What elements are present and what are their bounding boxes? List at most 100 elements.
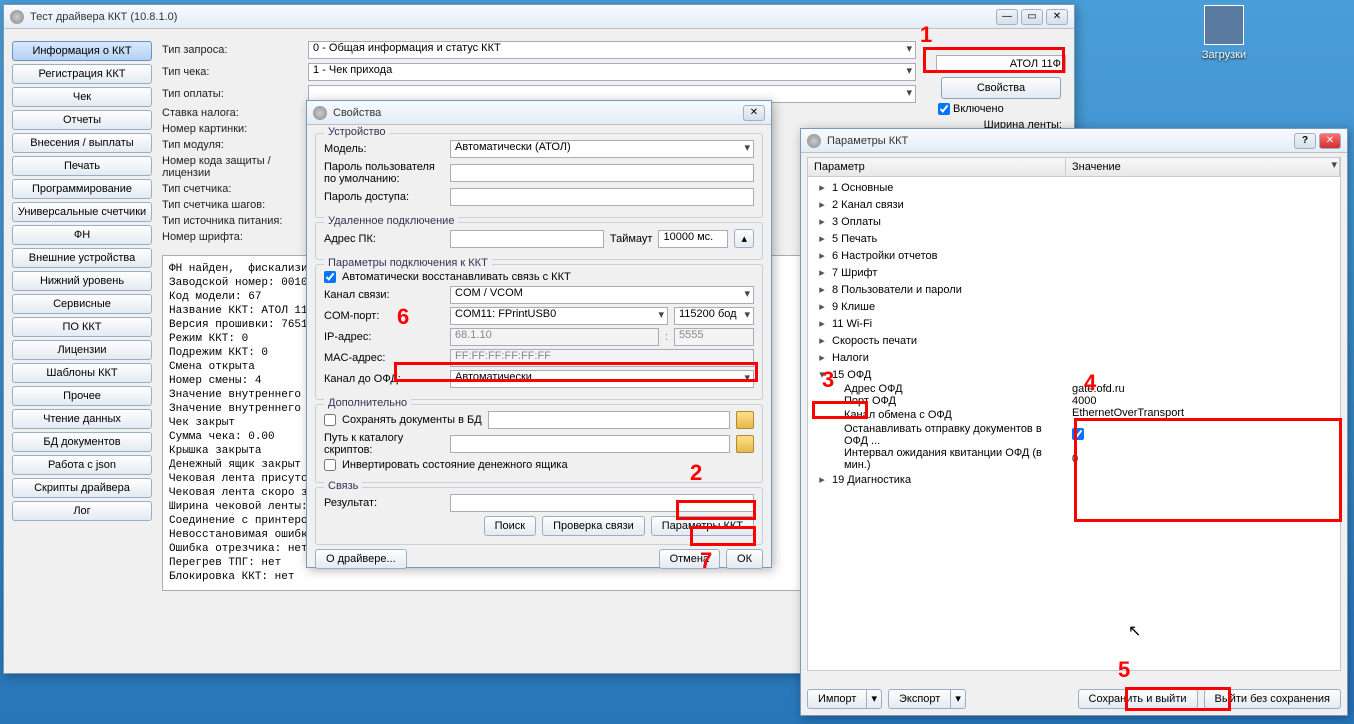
desktop-icon-label: Загрузки (1202, 49, 1246, 61)
enabled-checkbox[interactable] (938, 103, 950, 115)
nav-регистрация-ккт[interactable]: Регистрация ККТ (12, 64, 152, 84)
expand-icon[interactable]: ▸ (816, 283, 828, 296)
nav-прочее[interactable]: Прочее (12, 386, 152, 406)
expand-icon[interactable]: ▸ (816, 198, 828, 211)
tree-node[interactable]: 11 Wi-Fi (828, 318, 872, 330)
savedb-checkbox[interactable] (324, 414, 336, 426)
expand-icon[interactable]: ▸ (816, 334, 828, 347)
nav-бд-документов[interactable]: БД документов (12, 432, 152, 452)
titlebar[interactable]: Свойства ✕ (307, 101, 771, 125)
ofd-channel-combo[interactable]: Автоматически (450, 370, 754, 388)
tree-node[interactable]: 5 Печать (828, 233, 877, 245)
label: Результат: (324, 497, 444, 509)
expand-icon[interactable]: ▸ (816, 232, 828, 245)
expand-icon[interactable]: ▸ (816, 351, 828, 364)
nav-сервисные[interactable]: Сервисные (12, 294, 152, 314)
close-button[interactable]: ✕ (743, 105, 765, 121)
collapse-icon[interactable]: ▾ (816, 368, 828, 381)
nav-нижний-уровень[interactable]: Нижний уровень (12, 271, 152, 291)
param-value[interactable]: 4000 (1072, 395, 1096, 407)
exit-nosave-button[interactable]: Выйти без сохранения (1204, 689, 1342, 709)
nav-чек[interactable]: Чек (12, 87, 152, 107)
expand-icon[interactable]: ▸ (816, 181, 828, 194)
expand-icon[interactable]: ▸ (816, 317, 828, 330)
model-combo[interactable]: Автоматически (АТОЛ) (450, 140, 754, 158)
import-button[interactable]: Импорт (807, 689, 867, 709)
tree-node[interactable]: 6 Настройки отчетов (828, 250, 937, 262)
com-combo[interactable]: COM11: FPrintUSB0 (450, 307, 668, 325)
invert-checkbox[interactable] (324, 459, 336, 471)
timeout-spinner[interactable]: ▴ (734, 229, 754, 248)
nav-скрипты-драйвера[interactable]: Скрипты драйвера (12, 478, 152, 498)
param-value[interactable]: 0 (1072, 453, 1078, 465)
nav-работа-с-json[interactable]: Работа с json (12, 455, 152, 475)
minimize-button[interactable]: — (996, 9, 1018, 25)
param-value[interactable]: gate.ofd.ru (1072, 383, 1125, 395)
access-pass-input[interactable] (450, 188, 754, 206)
nav-отчеты[interactable]: Отчеты (12, 110, 152, 130)
nav-внесения-выплаты[interactable]: Внесения / выплаты (12, 133, 152, 153)
tree-node[interactable]: 3 Оплаты (828, 216, 881, 228)
mac-input: FF:FF:FF:FF:FF:FF (450, 349, 754, 367)
tree-node[interactable]: 9 Клише (828, 301, 875, 313)
scripts-path-input[interactable] (450, 435, 730, 453)
cheque-type-combo[interactable]: 1 - Чек прихода (308, 63, 916, 81)
nav-чтение-данных[interactable]: Чтение данных (12, 409, 152, 429)
save-exit-button[interactable]: Сохранить и выйти (1078, 689, 1198, 709)
props-button[interactable]: Свойства (941, 77, 1061, 99)
tree-node[interactable]: Налоги (828, 352, 869, 364)
expand-icon[interactable]: ▸ (816, 473, 828, 486)
baud-combo[interactable]: 115200 бод (674, 307, 754, 325)
db-path-input[interactable] (488, 411, 730, 429)
about-button[interactable]: О драйвере... (315, 549, 407, 569)
nav-лицензии[interactable]: Лицензии (12, 340, 152, 360)
user-pass-input[interactable] (450, 164, 754, 182)
autorestore-checkbox[interactable] (324, 271, 336, 283)
import-dropdown[interactable]: ▾ (867, 689, 882, 709)
tree-node[interactable]: 1 Основные (828, 182, 893, 194)
search-button[interactable]: Поиск (484, 516, 536, 536)
nav-программирование[interactable]: Программирование (12, 179, 152, 199)
desktop-icon-downloads[interactable]: Загрузки (1194, 5, 1254, 61)
nav-печать[interactable]: Печать (12, 156, 152, 176)
expand-icon[interactable]: ▸ (816, 266, 828, 279)
expand-icon[interactable]: ▸ (816, 300, 828, 313)
channel-combo[interactable]: COM / VCOM (450, 286, 754, 304)
pc-addr-input[interactable] (450, 230, 604, 248)
check-conn-button[interactable]: Проверка связи (542, 516, 645, 536)
nav-информация-о-ккт[interactable]: Информация о ККТ (12, 41, 152, 61)
export-button[interactable]: Экспорт (888, 689, 951, 709)
expand-icon[interactable]: ▸ (816, 249, 828, 262)
tree-node[interactable]: 19 Диагностика (828, 474, 911, 486)
timeout-input[interactable]: 10000 мс. (658, 230, 728, 248)
nav-внешние-устройства[interactable]: Внешние устройства (12, 248, 152, 268)
tree-node[interactable]: 2 Канал связи (828, 199, 904, 211)
titlebar[interactable]: Параметры ККТ ? ✕ (801, 129, 1347, 153)
nav-шаблоны-ккт[interactable]: Шаблоны ККТ (12, 363, 152, 383)
tree-node[interactable]: Скорость печати (828, 335, 917, 347)
kkt-params-button[interactable]: Параметры ККТ (651, 516, 754, 536)
maximize-button[interactable]: ▭ (1021, 9, 1043, 25)
tree-node[interactable]: 8 Пользователи и пароли (828, 284, 962, 296)
properties-dialog: Свойства ✕ Устройство Модель:Автоматичес… (306, 100, 772, 568)
help-button[interactable]: ? (1294, 133, 1316, 149)
close-button[interactable]: ✕ (1046, 9, 1068, 25)
nav-лог[interactable]: Лог (12, 501, 152, 521)
export-dropdown[interactable]: ▾ (951, 689, 966, 709)
param-checkbox[interactable] (1072, 428, 1084, 440)
ok-button[interactable]: ОК (726, 549, 763, 569)
cancel-button[interactable]: Отмена (659, 549, 720, 569)
nav-по-ккт[interactable]: ПО ККТ (12, 317, 152, 337)
nav-фн[interactable]: ФН (12, 225, 152, 245)
close-button[interactable]: ✕ (1319, 133, 1341, 149)
param-combo[interactable]: EthernetOverTransport (1072, 407, 1340, 423)
tree-node[interactable]: 7 Шрифт (828, 267, 877, 279)
ip-input: 68.1.10 (450, 328, 659, 346)
titlebar[interactable]: Тест драйвера ККТ (10.8.1.0) — ▭ ✕ (4, 5, 1074, 29)
browse-icon[interactable] (736, 435, 754, 453)
browse-icon[interactable] (736, 411, 754, 429)
nav-универсальные-счетчики[interactable]: Универсальные счетчики (12, 202, 152, 222)
tree-node-ofd[interactable]: 15 ОФД (828, 369, 871, 381)
expand-icon[interactable]: ▸ (816, 215, 828, 228)
req-type-combo[interactable]: 0 - Общая информация и статус ККТ (308, 41, 916, 59)
